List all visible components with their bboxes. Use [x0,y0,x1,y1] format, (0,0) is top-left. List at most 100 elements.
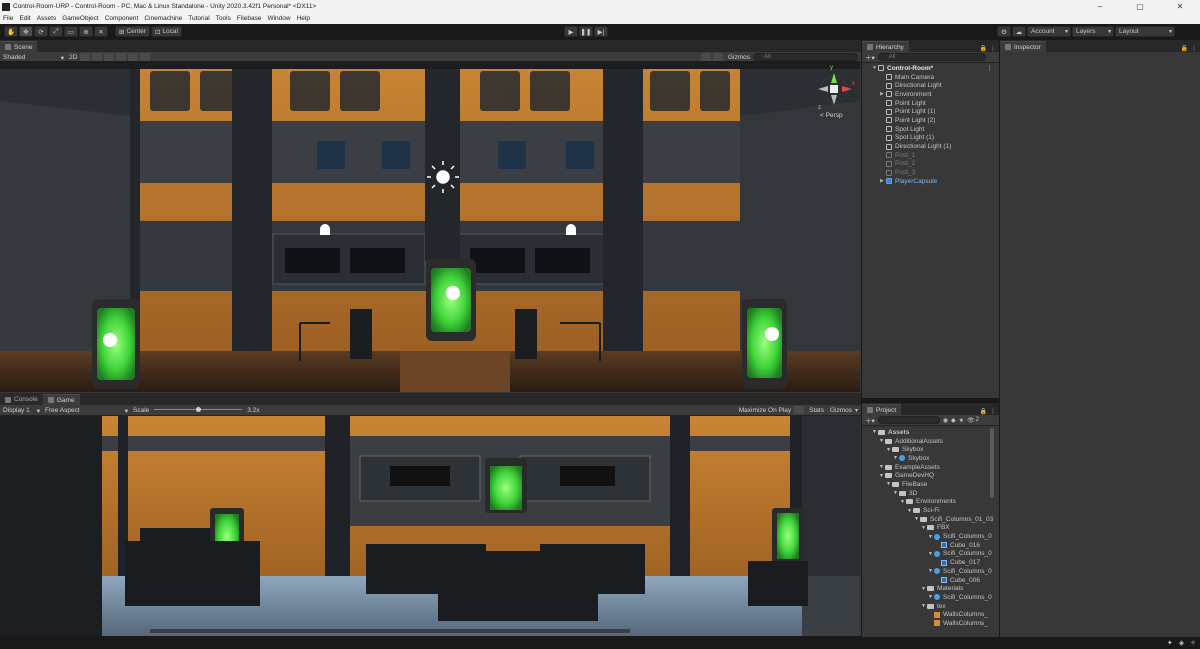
cache-server-icon[interactable]: ◈ [1179,639,1184,647]
project-item[interactable]: ▼ Skybox [872,445,999,454]
project-item[interactable]: ▼ ExampleAssets [872,463,999,472]
grid-toggle-icon[interactable] [128,53,139,61]
step-button[interactable]: ▶| [594,26,608,37]
project-item[interactable]: ▼ FileBase [872,480,999,489]
display-dropdown[interactable]: Display 1 ▾ [0,407,42,415]
hierarchy-add-button[interactable]: ＋▾ [862,52,878,62]
game-viewport[interactable] [0,416,860,636]
hierarchy-menu-icon[interactable]: ⋮ [990,45,996,52]
effects-toggle-icon[interactable] [104,53,115,61]
tab-scene[interactable]: Scene [0,41,38,52]
hierarchy-item[interactable]: Spot Light (1) [880,134,999,143]
custom-tool-icon[interactable]: ✕ [94,26,108,37]
close-button[interactable]: ✕ [1160,2,1200,11]
favorites-icon[interactable]: ★ [959,417,964,424]
project-item[interactable]: ▼ Scifi_Columns_0 [872,532,999,541]
collab-icon[interactable]: ⚙ [997,26,1011,37]
lock-icon[interactable]: 🔒 [980,45,987,52]
project-item[interactable]: ▼ Scifi_Columns_0 [872,567,999,576]
scene-viewport[interactable]: y x z < Persp [0,61,860,392]
hierarchy-item[interactable]: Point Light (1) [880,107,999,116]
projection-label[interactable]: < Persp [820,112,843,119]
project-item[interactable]: Cube_017 [872,558,999,567]
tools-icon[interactable] [700,53,711,61]
search-by-type-icon[interactable]: ◉ [943,417,948,424]
maximize-on-play-toggle[interactable]: Maximize On Play [736,407,794,414]
hand-tool-icon[interactable]: ✋ [4,26,18,37]
search-by-label-icon[interactable]: ◆ [951,417,956,424]
lighting-toggle-icon[interactable] [80,53,91,61]
project-item[interactable]: Cube_016 [872,541,999,550]
menu-tools[interactable]: Tools [216,15,231,22]
project-search-input[interactable] [877,416,940,424]
shading-mode-dropdown[interactable]: Shaded ▾ [0,54,66,62]
menu-component[interactable]: Component [105,15,139,22]
project-item[interactable]: ▼ tex [872,602,999,611]
snap-toggle-icon[interactable] [140,53,151,61]
hierarchy-item[interactable]: ▶ PlayerCapsule [880,177,999,186]
project-lock-icon[interactable]: 🔒 [980,408,987,415]
scale-slider-knob[interactable] [195,407,201,412]
hierarchy-item[interactable]: Post_2 [880,160,999,169]
project-item[interactable]: ▼ Environments [872,498,999,507]
layout-dropdown[interactable]: Layout [1115,26,1175,37]
rect-tool-icon[interactable]: ▭ [64,26,78,37]
audio-toggle-icon[interactable] [92,53,103,61]
mute-audio-icon[interactable] [794,406,805,414]
project-item[interactable]: ▼ Assets [872,428,999,437]
hierarchy-item[interactable]: Point Light (2) [880,116,999,125]
menu-edit[interactable]: Edit [19,15,30,22]
move-tool-icon[interactable]: ✥ [19,26,33,37]
play-button[interactable]: ▶ [564,26,578,37]
menu-tutorial[interactable]: Tutorial [188,15,209,22]
auto-generate-lighting-icon[interactable]: ✦ [1167,639,1173,647]
layers-dropdown[interactable]: Layers [1072,26,1114,37]
scene-search-input[interactable]: All [753,53,858,61]
tab-game[interactable]: Game [42,394,80,405]
project-item[interactable]: ▼ Scifi_Columns_0 [872,593,999,602]
project-menu-icon[interactable]: ⋮ [990,408,996,415]
hidden-objects-icon[interactable] [116,53,127,61]
scene-gizmos-dropdown[interactable]: Gizmos [725,54,753,61]
menu-cinemachine[interactable]: Cinemachine [144,15,182,22]
menu-filebase[interactable]: Filebase [237,15,262,22]
project-item[interactable]: ▼ Skybox [872,454,999,463]
pivot-center-toggle[interactable]: ⊞ Center [115,26,150,37]
project-item[interactable]: ▼ FBX [872,524,999,533]
rotate-tool-icon[interactable]: ⟳ [34,26,48,37]
menu-assets[interactable]: Assets [37,15,57,22]
pause-button[interactable]: ❚❚ [579,26,593,37]
tab-hierarchy[interactable]: Hierarchy [862,41,909,52]
tab-inspector[interactable]: Inspector [1000,41,1046,52]
project-item[interactable]: ▼ 3D [872,489,999,498]
hierarchy-item[interactable]: Directional Light [880,81,999,90]
scale-tool-icon[interactable]: ⤢ [49,26,63,37]
game-gizmos-arrow-icon[interactable]: ▾ [855,407,858,414]
project-item[interactable]: ▼ Materials [872,584,999,593]
menu-help[interactable]: Help [297,15,310,22]
hierarchy-item[interactable]: Post_1 [880,151,999,160]
hierarchy-item[interactable]: ▶ Environment [880,90,999,99]
hierarchy-item[interactable]: Main Camera [880,73,999,82]
menu-gameobject[interactable]: GameObject [62,15,99,22]
camera-icon[interactable] [712,53,723,61]
2d-toggle[interactable]: 2D [66,54,80,61]
hierarchy-item[interactable]: Directional Light (1) [880,142,999,151]
aspect-dropdown[interactable]: Free Aspect ▾ [42,407,130,415]
maximize-button[interactable]: ▢ [1120,2,1160,11]
hierarchy-item[interactable]: Post_3 [880,168,999,177]
project-item[interactable]: WallsColumns_ [872,619,999,628]
progress-icon[interactable]: ✧ [1190,639,1196,647]
tab-project[interactable]: Project [862,404,902,415]
hierarchy-item[interactable]: Point Light [880,99,999,108]
project-item[interactable]: ▼ Scifi_Columns_0 [872,550,999,559]
pivot-local-toggle[interactable]: ⊡ Local [150,26,182,37]
project-item[interactable]: ▼ AdditionalAssets [872,437,999,446]
game-gizmos-dropdown[interactable]: Gizmos [827,407,855,414]
tab-console[interactable]: Console [0,394,43,405]
inspector-menu-icon[interactable]: ⋮ [1191,45,1197,52]
project-item[interactable]: ▼ Scifi_Columns_01_03 [872,515,999,524]
hierarchy-search-input[interactable]: All [877,53,986,61]
cloud-icon[interactable]: ☁ [1012,26,1026,37]
stats-toggle[interactable]: Stats [806,407,827,414]
